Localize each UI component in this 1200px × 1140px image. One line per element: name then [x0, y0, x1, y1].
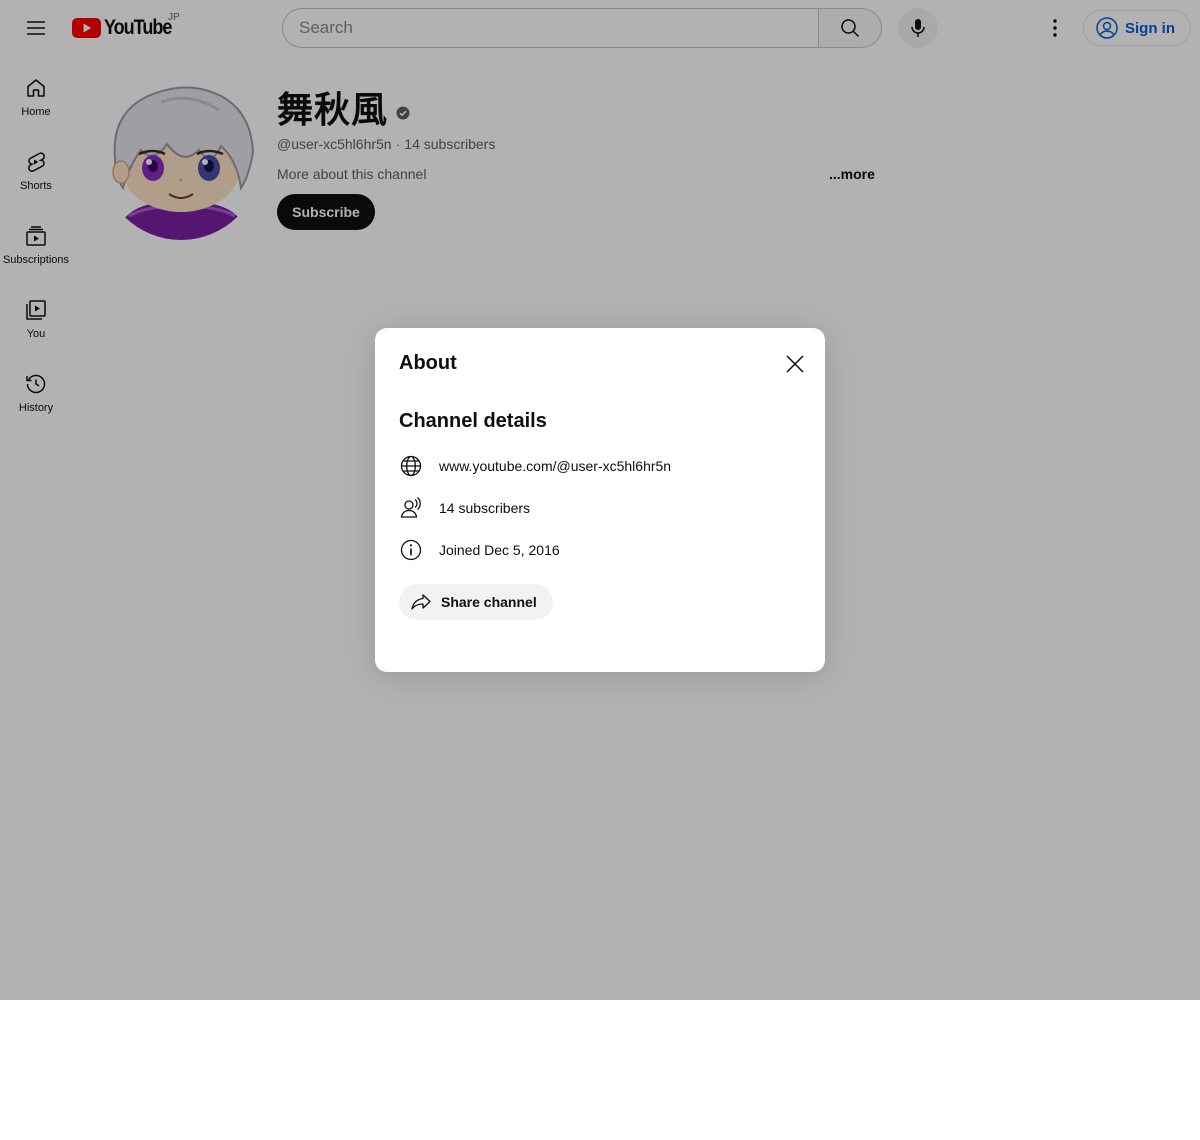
detail-row-link: www.youtube.com/@user-xc5hl6hr5n: [399, 454, 671, 478]
dialog-title: About: [399, 352, 457, 374]
subscribers-icon: [399, 496, 427, 520]
close-icon: [786, 355, 804, 373]
close-button[interactable]: [775, 344, 815, 384]
channel-details-heading: Channel details: [399, 410, 547, 432]
detail-row-subscribers: 14 subscribers: [399, 496, 530, 520]
subscriber-count-detail: 14 subscribers: [439, 500, 531, 516]
share-channel-button[interactable]: Share channel: [399, 584, 553, 620]
info-icon: [399, 538, 427, 562]
detail-row-joined: Joined Dec 5, 2016: [399, 538, 560, 562]
channel-url: www.youtube.com/@user-xc5hl6hr5n: [439, 458, 672, 474]
youtube-channel-page: YouTube JP Search Sign in Home Shorts Su…: [0, 0, 1200, 1000]
globe-icon: [399, 454, 427, 478]
joined-date: Joined Dec 5, 2016: [439, 542, 560, 558]
share-icon: [411, 594, 431, 610]
share-channel-label: Share channel: [441, 594, 537, 610]
about-dialog: About Channel details www.youtube.com/@u…: [375, 328, 825, 672]
